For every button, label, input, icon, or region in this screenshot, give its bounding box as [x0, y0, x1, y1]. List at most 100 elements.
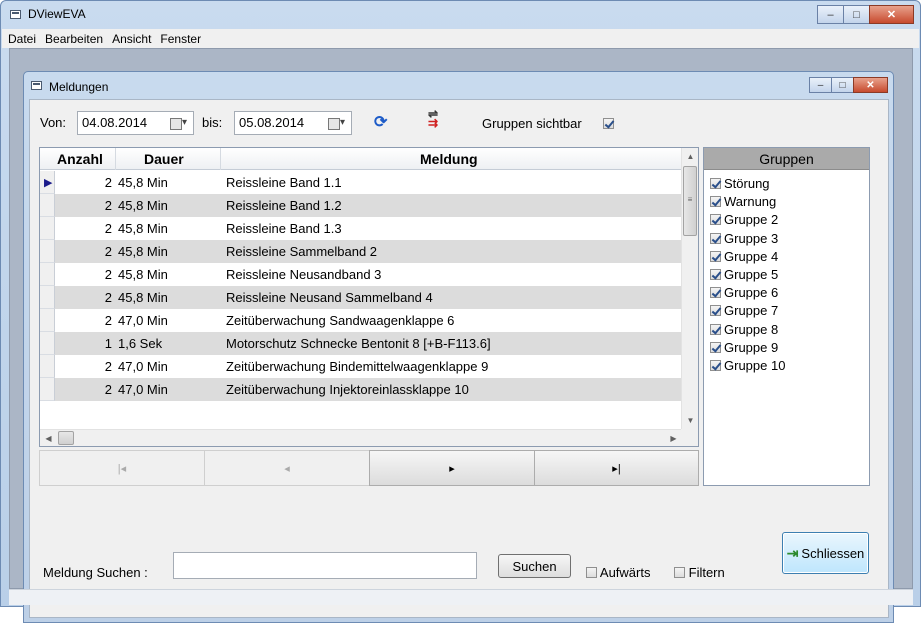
aufwaerts-checkbox[interactable]	[586, 567, 597, 578]
group-item[interactable]: Gruppe 7	[710, 303, 778, 318]
group-label: Gruppe 3	[724, 230, 779, 246]
group-item[interactable]: Gruppe 10	[710, 358, 785, 373]
group-item[interactable]: Gruppe 6	[710, 285, 778, 300]
filtern-checkbox[interactable]	[674, 567, 685, 578]
minimize-button[interactable]: –	[817, 5, 844, 24]
cell-anzahl: 2	[104, 221, 112, 236]
group-checkbox[interactable]	[710, 287, 721, 299]
group-item[interactable]: Warnung	[710, 194, 776, 209]
group-checkbox[interactable]	[710, 232, 721, 244]
first-record-button[interactable]: |◂	[39, 450, 205, 486]
calendar-dropdown-icon[interactable]	[328, 117, 348, 130]
row-selector[interactable]	[40, 240, 55, 263]
previous-record-button[interactable]: ◂	[204, 450, 370, 486]
group-item[interactable]: Gruppe 3	[710, 231, 778, 246]
menu-ansicht[interactable]: Ansicht	[112, 32, 151, 46]
scroll-up-icon[interactable]: ▲	[682, 148, 699, 165]
table-row[interactable]: 2 45,8 Min Reissleine Sammelband 2	[40, 240, 682, 263]
cell-dauer: 45,8 Min	[118, 244, 168, 259]
table-row[interactable]: 2 47,0 Min Zeitüberwachung Injektoreinlass…	[40, 378, 682, 401]
row-selector[interactable]	[40, 355, 55, 378]
group-item[interactable]: Gruppe 8	[710, 322, 778, 337]
group-checkbox[interactable]	[710, 269, 721, 280]
bis-date-picker[interactable]: 05.08.2014	[234, 111, 352, 135]
group-label: Gruppe 7	[724, 303, 779, 319]
table-row[interactable]: 2 45,8 Min Reissleine Neusand Sammelband 4	[40, 286, 682, 309]
row-selector[interactable]	[40, 217, 55, 240]
messages-grid[interactable]: Anzahl Dauer Meldung ▶ 2 45,8 Min Reisslein…	[39, 147, 699, 447]
group-item[interactable]: Gruppe 2	[710, 212, 778, 227]
menu-fenster[interactable]: Fenster	[160, 32, 201, 46]
sort-icon[interactable]: ⇌ ⇉	[428, 108, 446, 129]
table-row[interactable]: 2 45,8 Min Reissleine Neusandband 3	[40, 263, 682, 286]
child-close-button[interactable]: ✕	[853, 77, 888, 93]
cell-anzahl: 2	[104, 313, 112, 328]
aufwaerts-option[interactable]: Aufwärts	[586, 565, 650, 580]
schliessen-button[interactable]: ⇥ Schliessen	[782, 532, 869, 574]
cell-meldung: Motorschutz Schnecke Bentonit 8 [+B-F113…	[226, 336, 491, 351]
gruppen-sichtbar-label: Gruppen sichtbar	[482, 116, 582, 131]
row-selector[interactable]	[40, 332, 55, 355]
suchen-button[interactable]: Suchen	[498, 554, 571, 578]
child-window-title: Meldungen	[49, 80, 109, 94]
header-dauer[interactable]: Dauer	[144, 151, 184, 167]
search-input[interactable]	[173, 552, 477, 579]
row-selector[interactable]	[40, 378, 55, 401]
menu-bearbeiten[interactable]: Bearbeiten	[45, 32, 103, 46]
von-date-picker[interactable]: 04.08.2014	[77, 111, 194, 135]
group-item[interactable]: Störung	[710, 176, 770, 191]
group-checkbox[interactable]	[710, 196, 721, 208]
group-checkbox[interactable]	[710, 323, 721, 335]
cell-dauer: 45,8 Min	[118, 267, 168, 282]
row-selector[interactable]: ▶	[40, 171, 55, 194]
vertical-scroll-thumb[interactable]: ≡	[683, 166, 697, 236]
app-icon	[10, 10, 21, 19]
group-checkbox[interactable]	[710, 214, 721, 226]
von-date-value: 04.08.2014	[82, 115, 148, 130]
table-row[interactable]: 1 1,6 Sek Motorschutz Schnecke Bentonit 8 …	[40, 332, 682, 355]
child-maximize-button[interactable]: □	[831, 77, 854, 93]
group-item[interactable]: Gruppe 5	[710, 267, 778, 282]
cell-meldung: Zeitüberwachung Sandwaagenklappe 6	[226, 313, 455, 328]
table-row[interactable]: 2 47,0 Min Zeitüberwachung Sandwaagenklapp…	[40, 309, 682, 332]
close-window-button[interactable]: ✕	[869, 5, 914, 24]
row-selector[interactable]	[40, 194, 55, 217]
cell-meldung: Reissleine Band 1.2	[226, 198, 342, 213]
row-selector[interactable]	[40, 286, 55, 309]
child-minimize-button[interactable]: –	[809, 77, 832, 93]
row-selector[interactable]	[40, 309, 55, 332]
cell-meldung: Zeitüberwachung Bindemittelwaagenklappe …	[226, 359, 489, 374]
menu-datei[interactable]: Datei	[8, 32, 36, 46]
vertical-scrollbar[interactable]: ▲ ≡ ▼	[681, 148, 698, 429]
mdi-area: Meldungen – □ ✕ Von: 04.08.2014 bis: 0	[9, 48, 913, 623]
last-record-button[interactable]: ▸|	[534, 450, 699, 486]
gruppen-sichtbar-checkbox[interactable]	[603, 118, 614, 129]
next-record-button[interactable]: ▸	[369, 450, 535, 486]
horizontal-scrollbar[interactable]: ◀ ▶	[40, 429, 682, 446]
group-checkbox[interactable]	[710, 360, 721, 371]
group-checkbox[interactable]	[710, 341, 721, 353]
group-item[interactable]: Gruppe 9	[710, 340, 778, 355]
filtern-label: Filtern	[688, 565, 725, 580]
record-navigation: |◂ ◂ ▸ ▸|	[39, 450, 699, 486]
table-row[interactable]: 2 47,0 Min Zeitüberwachung Bindemittelwaag…	[40, 355, 682, 378]
group-checkbox[interactable]	[710, 178, 721, 189]
scroll-left-icon[interactable]: ◀	[40, 430, 57, 447]
table-row[interactable]: 2 45,8 Min Reissleine Band 1.3	[40, 217, 682, 240]
table-row[interactable]: ▶ 2 45,8 Min Reissleine Band 1.1	[40, 171, 682, 194]
header-meldung[interactable]: Meldung	[420, 151, 478, 167]
maximize-button[interactable]: □	[843, 5, 870, 24]
group-checkbox[interactable]	[710, 250, 721, 262]
horizontal-scroll-thumb[interactable]	[58, 431, 74, 445]
group-checkbox[interactable]	[710, 305, 721, 317]
filtern-option[interactable]: Filtern	[674, 565, 725, 580]
calendar-dropdown-icon[interactable]	[170, 117, 190, 130]
scroll-down-icon[interactable]: ▼	[682, 412, 699, 429]
group-item[interactable]: Gruppe 4	[710, 249, 778, 264]
scroll-right-icon[interactable]: ▶	[665, 430, 682, 447]
row-selector[interactable]	[40, 263, 55, 286]
table-row[interactable]: 2 45,8 Min Reissleine Band 1.2	[40, 194, 682, 217]
header-anzahl[interactable]: Anzahl	[57, 151, 103, 167]
aufwaerts-label: Aufwärts	[599, 565, 651, 580]
refresh-icon[interactable]: ⟳	[374, 115, 392, 131]
